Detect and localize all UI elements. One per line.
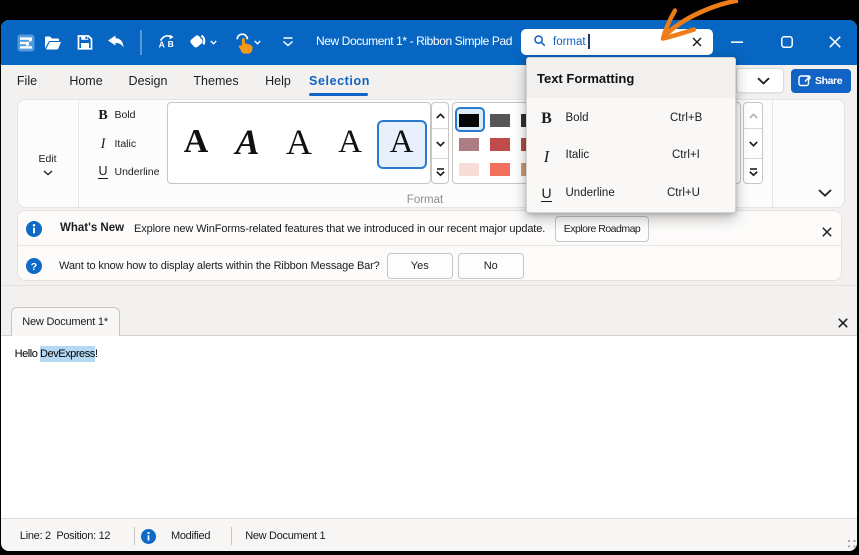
svg-text:B: B [168,39,174,49]
svg-text:?: ? [30,260,36,272]
svg-text:A: A [159,39,165,49]
